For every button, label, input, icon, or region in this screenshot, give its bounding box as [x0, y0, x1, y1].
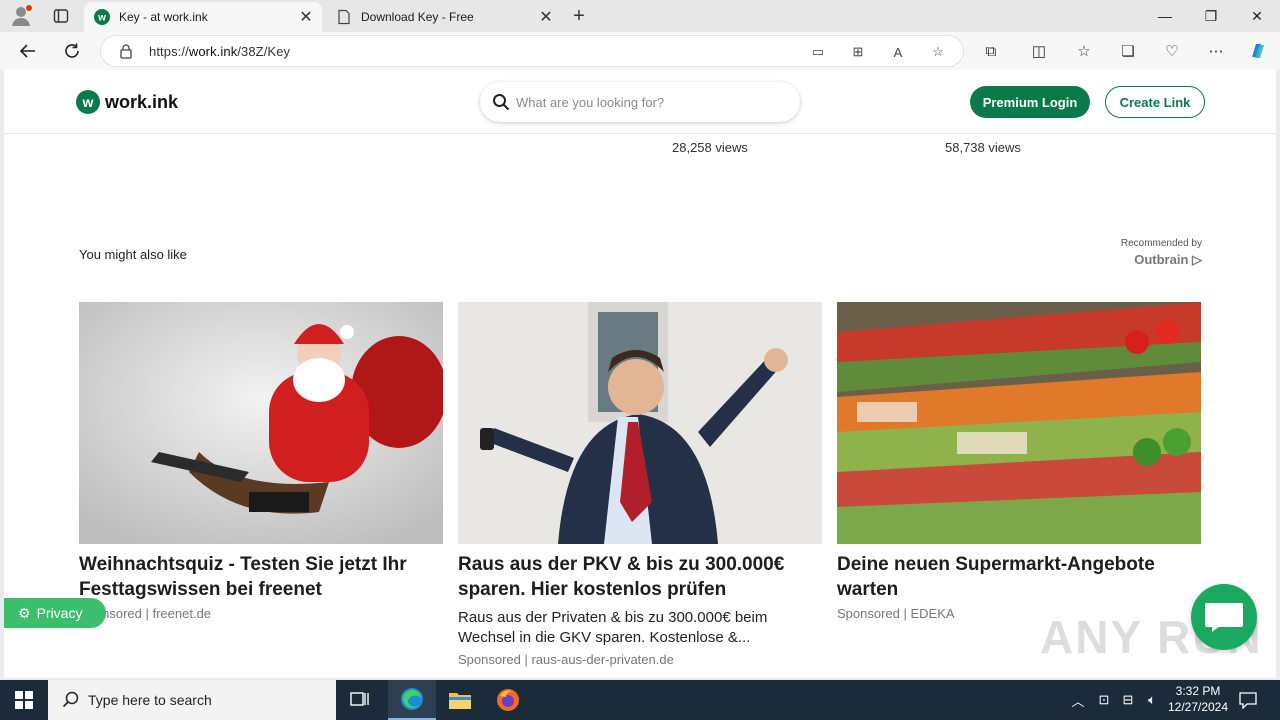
card-headline[interactable]: Raus aus der PKV & bis zu 300.000€ spare…: [458, 552, 822, 602]
task-view-icon[interactable]: [336, 680, 384, 720]
tab-title: Key - at work.ink: [119, 10, 208, 24]
recommendations-heading: You might also like: [79, 247, 187, 262]
new-tab-icon[interactable]: +: [568, 5, 590, 27]
taskbar-search[interactable]: Type here to search: [48, 680, 336, 720]
page-icon: [336, 9, 352, 25]
tab-work-ink[interactable]: w Key - at work.ink ✕: [84, 2, 322, 32]
favorite-star-icon[interactable]: ☆: [929, 43, 947, 61]
create-link-button[interactable]: Create Link: [1105, 86, 1205, 118]
more-menu-icon[interactable]: ⋯: [1204, 39, 1228, 63]
address-bar[interactable]: https://work.ink/38Z/Key ▭ ⊞ A ☆: [100, 35, 964, 67]
tab-title: Download Key - Free: [361, 10, 474, 24]
app-available-icon[interactable]: ▭: [809, 43, 827, 61]
back-icon[interactable]: [14, 37, 42, 65]
windows-taskbar: Type here to search ︿ ⊡ ⊟ 🔈︎ 3:32 PM 12/…: [0, 680, 1280, 720]
work-ink-logo[interactable]: w work.ink: [76, 90, 178, 114]
grid-icon[interactable]: ⊞: [849, 43, 867, 61]
close-tab-icon[interactable]: ✕: [296, 7, 316, 27]
privacy-button[interactable]: ⚙ Privacy: [4, 598, 106, 628]
search-input[interactable]: [516, 92, 786, 112]
restore-icon[interactable]: ❐: [1188, 0, 1234, 32]
card-headline[interactable]: Weihnachtsquiz - Testen Sie jetzt Ihr Fe…: [79, 552, 443, 602]
recommendation-card[interactable]: Weihnachtsquiz - Testen Sie jetzt Ihr Fe…: [79, 302, 443, 621]
logo-text: work.ink: [105, 91, 179, 112]
card-source[interactable]: Sponsored | raus-aus-der-privaten.de: [458, 652, 822, 667]
taskbar-search-label: Type here to search: [88, 692, 212, 708]
outbrain-logo[interactable]: Outbrain ▷: [1104, 252, 1202, 268]
card-image-businessman[interactable]: [458, 302, 822, 544]
search-icon: [62, 691, 80, 714]
svg-text:w: w: [97, 13, 106, 24]
collections-icon[interactable]: ❏: [1116, 39, 1140, 63]
privacy-label: Privacy: [36, 605, 83, 621]
gear-icon: ⚙: [18, 604, 31, 621]
view-count: 58,738 views: [945, 140, 1021, 155]
card-description[interactable]: Raus aus der Privaten & bis zu 300.000€ …: [458, 608, 822, 648]
premium-login-button[interactable]: Premium Login: [970, 86, 1090, 118]
volume-icon[interactable]: 🔈︎: [1142, 680, 1162, 720]
windows-start-icon[interactable]: [0, 680, 48, 720]
chat-icon: [1205, 603, 1243, 632]
card-image-supermarket[interactable]: [837, 302, 1201, 544]
work-ink-favicon-icon: w: [94, 9, 110, 25]
lock-icon[interactable]: [118, 43, 134, 59]
tray-chevron-icon[interactable]: ︿: [1068, 680, 1088, 720]
close-tab-icon[interactable]: ✕: [536, 7, 556, 27]
minimize-icon[interactable]: —: [1142, 0, 1188, 32]
profile-avatar-icon[interactable]: [8, 4, 34, 28]
browser-toolbar: https://work.ink/38Z/Key ▭ ⊞ A ☆ ⧉ ◫ ☆ ❏…: [0, 32, 1280, 70]
extensions-icon[interactable]: ⧉: [979, 39, 1003, 63]
tab-actions-icon[interactable]: [48, 4, 74, 28]
split-screen-icon[interactable]: ◫: [1027, 39, 1051, 63]
site-header: w work.ink Premium Login Create Link: [4, 70, 1276, 134]
copilot-icon[interactable]: [1246, 39, 1270, 63]
card-image-santa[interactable]: [79, 302, 443, 544]
window-close-icon[interactable]: ✕: [1234, 0, 1280, 32]
logo-mark: w: [76, 90, 100, 114]
site-search: [480, 82, 800, 122]
performance-icon[interactable]: ♡: [1160, 39, 1184, 63]
system-clock[interactable]: 3:32 PM 12/27/2024: [1160, 683, 1236, 715]
clock-date: 12/27/2024: [1167, 700, 1229, 714]
firefox-icon[interactable]: [484, 680, 532, 720]
file-explorer-icon[interactable]: [436, 680, 484, 720]
edge-icon[interactable]: [388, 680, 436, 720]
tab-download-key[interactable]: Download Key - Free ✕: [326, 2, 562, 32]
web-page: w work.ink Premium Login Create Link 28,…: [4, 70, 1276, 678]
view-count: 28,258 views: [672, 140, 748, 155]
recommended-by-label: Recommended by: [1120, 238, 1202, 249]
refresh-icon[interactable]: [58, 37, 86, 65]
recommendation-card[interactable]: Raus aus der PKV & bis zu 300.000€ spare…: [458, 302, 822, 667]
card-source[interactable]: Sponsored | freenet.de: [79, 606, 443, 621]
search-icon[interactable]: [492, 93, 510, 111]
network-icon[interactable]: ⊟: [1118, 680, 1138, 720]
favorites-icon[interactable]: ☆: [1072, 39, 1096, 63]
url-text: https://work.ink/38Z/Key: [149, 44, 291, 59]
browser-tab-strip: w Key - at work.ink ✕ Download Key - Fre…: [0, 0, 1280, 32]
recommendation-card[interactable]: Deine neuen Supermarkt-Angebote warten S…: [837, 302, 1201, 621]
read-aloud-icon[interactable]: A: [889, 43, 907, 61]
chat-button[interactable]: [1191, 584, 1257, 650]
network-device-icon[interactable]: ⊡: [1094, 680, 1114, 720]
card-headline[interactable]: Deine neuen Supermarkt-Angebote warten: [837, 552, 1201, 602]
clock-time: 3:32 PM: [1175, 684, 1221, 698]
notifications-icon[interactable]: [1236, 680, 1260, 720]
